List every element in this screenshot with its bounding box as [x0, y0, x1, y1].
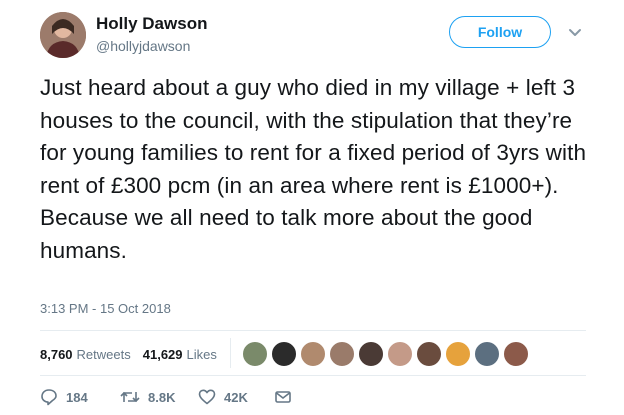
- direct-message-button[interactable]: [274, 388, 300, 406]
- liker-avatar[interactable]: [503, 341, 529, 367]
- likes-stat[interactable]: 41,629 Likes: [143, 347, 217, 362]
- retweets-count: 8,760: [40, 346, 73, 362]
- reply-icon: [41, 389, 57, 406]
- divider: [40, 330, 586, 331]
- retweet-icon: [120, 391, 140, 403]
- like-button[interactable]: 42K: [198, 388, 248, 406]
- tweet-timestamp[interactable]: 3:13 PM - 15 Oct 2018: [40, 301, 171, 316]
- liker-avatar[interactable]: [387, 341, 413, 367]
- liker-avatar[interactable]: [474, 341, 500, 367]
- follow-button[interactable]: Follow: [449, 16, 551, 48]
- like-count: 42K: [224, 389, 248, 405]
- retweet-count: 8.8K: [148, 389, 176, 405]
- tweet-card: Holly Dawson @hollyjdawson Follow Just h…: [0, 0, 624, 415]
- author-name[interactable]: Holly Dawson: [96, 14, 207, 34]
- reply-count: 184: [66, 389, 88, 405]
- liker-avatar[interactable]: [416, 341, 442, 367]
- divider: [40, 375, 586, 376]
- retweets-label: Retweets: [76, 346, 131, 362]
- likes-label: Likes: [186, 346, 217, 362]
- liker-avatars: [242, 341, 532, 367]
- liker-avatar[interactable]: [271, 341, 297, 367]
- retweet-button[interactable]: 8.8K: [120, 388, 175, 406]
- divider: [230, 338, 231, 368]
- avatar[interactable]: [40, 12, 86, 58]
- chevron-down-icon[interactable]: [568, 25, 582, 36]
- envelope-icon: [275, 391, 291, 403]
- tweet-text: Just heard about a guy who died in my vi…: [40, 75, 587, 263]
- heart-icon: [198, 389, 216, 405]
- liker-avatar[interactable]: [445, 341, 471, 367]
- liker-avatar[interactable]: [329, 341, 355, 367]
- liker-avatar[interactable]: [242, 341, 268, 367]
- liker-avatar[interactable]: [300, 341, 326, 367]
- retweets-stat[interactable]: 8,760 Retweets: [40, 347, 131, 362]
- liker-avatar[interactable]: [358, 341, 384, 367]
- likes-count: 41,629: [142, 346, 183, 362]
- engagement-stats: 8,760 Retweets 41,629 Likes: [40, 343, 229, 365]
- author-handle[interactable]: @hollyjdawson: [96, 38, 190, 54]
- reply-button[interactable]: 184: [40, 388, 88, 406]
